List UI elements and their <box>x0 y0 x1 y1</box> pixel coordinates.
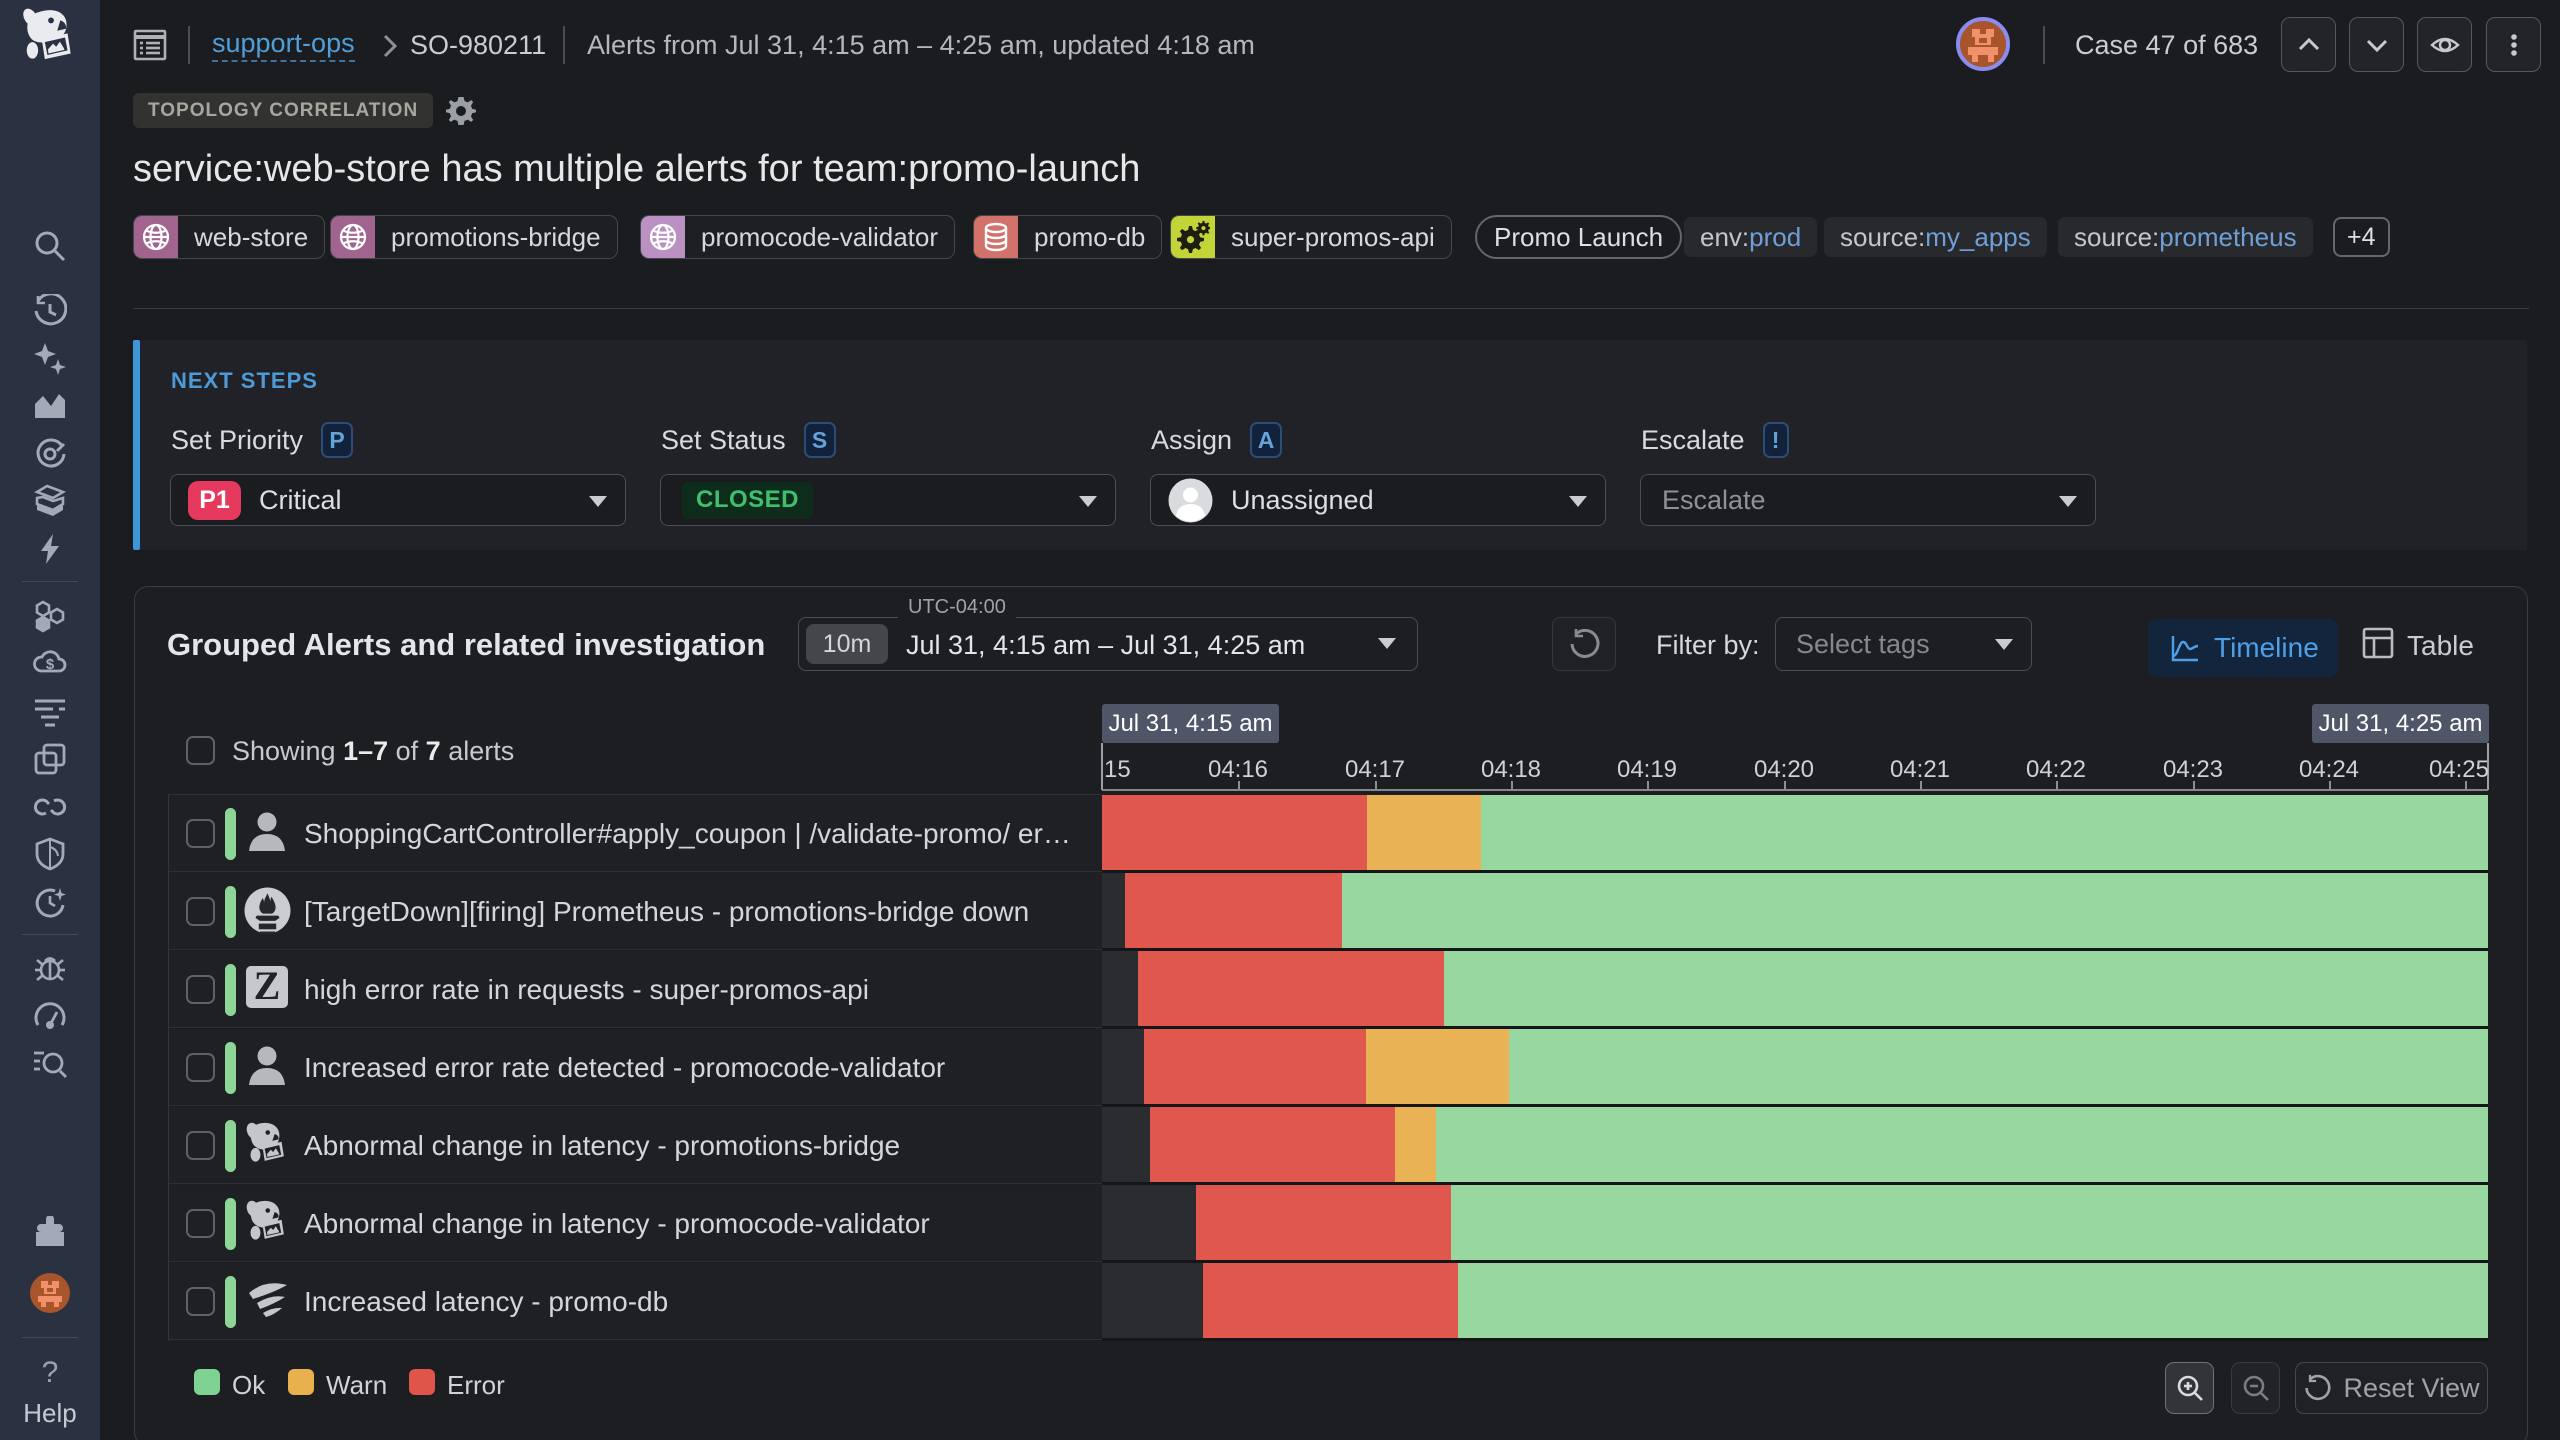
svg-text:$: $ <box>46 656 55 673</box>
svg-text:Z: Z <box>254 965 281 1008</box>
